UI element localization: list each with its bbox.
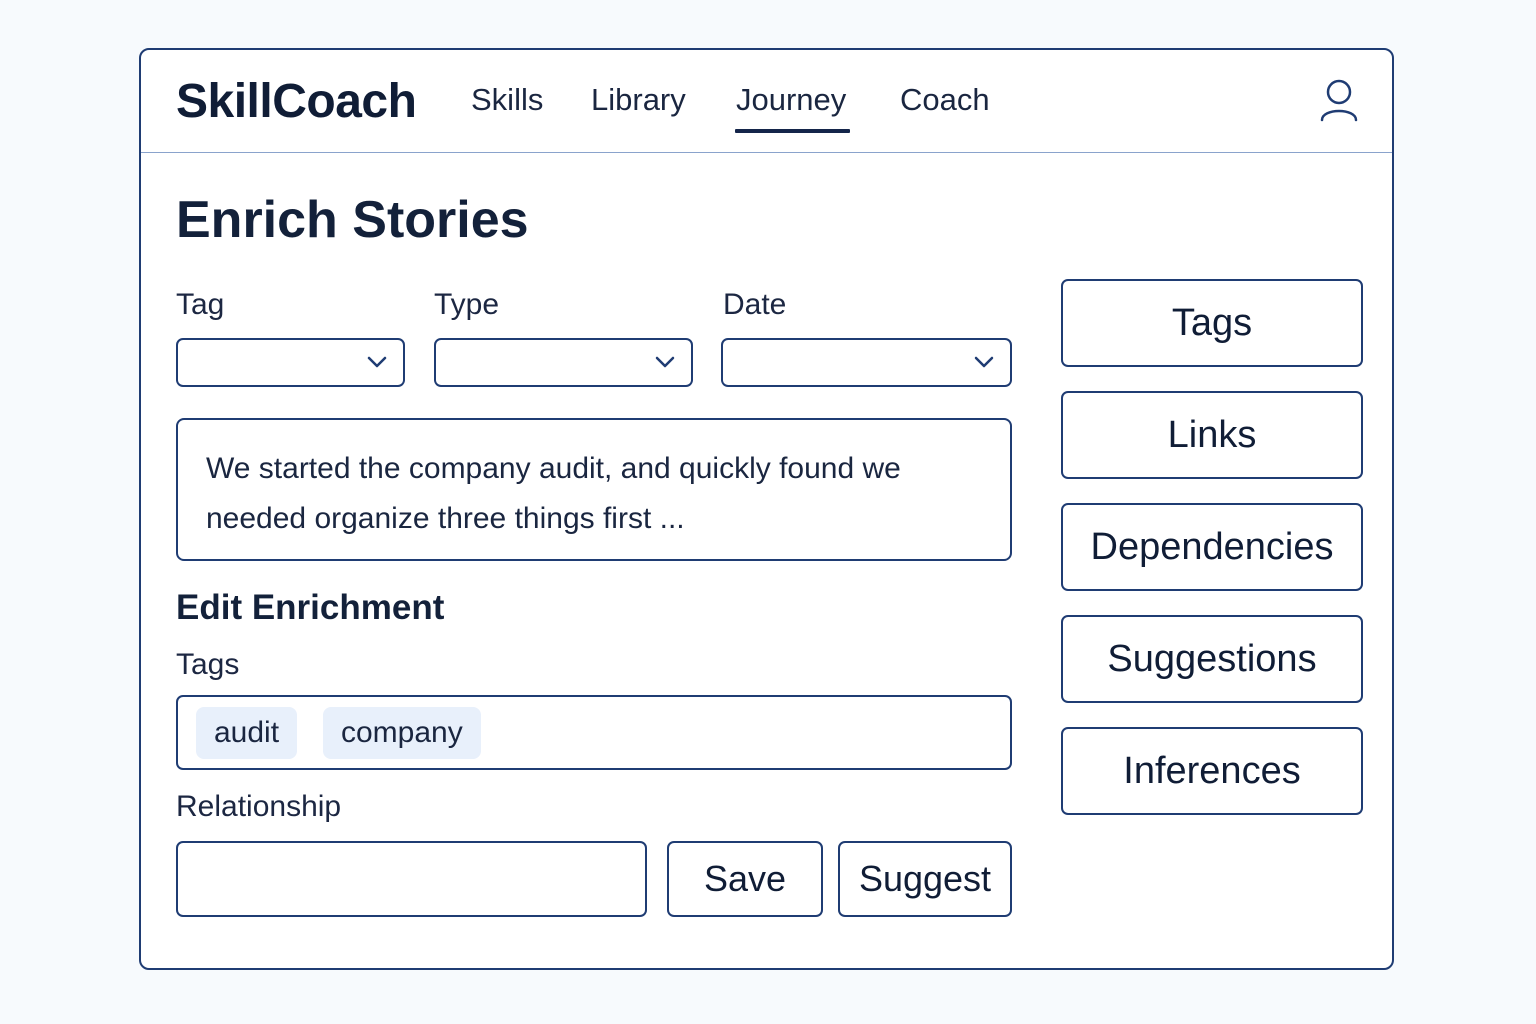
tags-field-label: Tags [176,648,240,681]
tag-filter-label: Tag [176,288,225,321]
side-button-tags[interactable]: Tags [1061,279,1363,367]
top-navigation-bar: SkillCoach Skills Library Journey Coach [141,50,1392,153]
nav-item-skills[interactable]: Skills [471,82,543,118]
app-window: SkillCoach Skills Library Journey Coach … [139,48,1394,970]
nav-item-library[interactable]: Library [591,82,686,118]
user-icon[interactable] [1319,78,1359,124]
app-logo[interactable]: SkillCoach [176,74,417,129]
side-button-links[interactable]: Links [1061,391,1363,479]
date-filter-select[interactable] [721,338,1012,387]
story-text-area[interactable]: We started the company audit, and quickl… [176,418,1012,561]
relationship-field-label: Relationship [176,790,342,823]
type-filter-label: Type [434,288,500,321]
tags-input[interactable]: audit company [176,695,1012,770]
chevron-down-icon [655,356,675,368]
page-title: Enrich Stories [176,191,529,249]
chevron-down-icon [367,356,387,368]
save-button[interactable]: Save [667,841,823,917]
date-filter-label: Date [723,288,787,321]
side-button-suggestions[interactable]: Suggestions [1061,615,1363,703]
nav-item-coach[interactable]: Coach [900,82,990,118]
side-button-inferences[interactable]: Inferences [1061,727,1363,815]
suggest-button[interactable]: Suggest [838,841,1012,917]
section-title-edit-enrichment: Edit Enrichment [176,588,445,627]
chevron-down-icon [974,356,994,368]
tag-filter-select[interactable] [176,338,405,387]
relationship-input[interactable] [176,841,647,917]
tag-chip-audit[interactable]: audit [196,707,298,759]
type-filter-select[interactable] [434,338,693,387]
side-button-dependencies[interactable]: Dependencies [1061,503,1363,591]
tag-chip-company[interactable]: company [323,707,481,759]
nav-item-journey[interactable]: Journey [734,82,851,133]
